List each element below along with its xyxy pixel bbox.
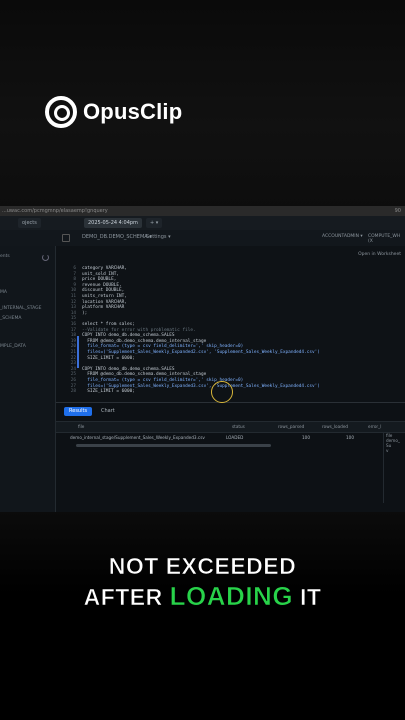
results-panel: Results Chart file status rows_parsed ro… (56, 402, 405, 512)
code-line: platform VARCHAR (82, 305, 125, 311)
line-number: 27 (70, 383, 76, 389)
code-line: files=('Supplement_Sales_Weekly_Expanded… (82, 350, 320, 355)
line-number: 12 (70, 299, 76, 305)
sidebar-item[interactable]: ents (0, 254, 10, 259)
line-number: 25 (70, 372, 76, 378)
code-line: files=('Supplement_Sales_Weekly_Expanded… (82, 383, 320, 389)
browser-url-bar[interactable]: ...uwac.com/pcmgmnp/elasaemp!gnquery 90 (0, 206, 405, 216)
code-line: FROM @demo_db.demo_schema.demo_internal_… (82, 372, 207, 378)
horizontal-scrollbar[interactable] (76, 444, 271, 447)
column-header-error-limit[interactable]: error_l (368, 424, 381, 429)
line-number: 28 (70, 389, 76, 395)
worksheet-header: DEMO_DB.DEMO_SCHEMA ▾ Settings ▾ ACCOUNT… (0, 230, 405, 247)
line-number: 22 (70, 355, 76, 361)
tab-projects[interactable]: ojects (18, 218, 41, 228)
code-line: discount DOUBLE, (82, 288, 125, 294)
caption-text: IT (299, 584, 322, 611)
line-number: 6 (73, 266, 76, 271)
worksheet-tab-row: ojects 2025-05-24 4:04pm + ▾ (0, 216, 405, 231)
sql-editor[interactable]: Open in Worksheet 6 category VARCHAR, 7 uni… (56, 246, 405, 402)
results-table-header: file status rows_parsed rows_loaded erro… (56, 421, 405, 433)
warehouse-selector[interactable]: COMPUTE_WH (X (368, 234, 405, 244)
line-number: 20 (70, 344, 76, 350)
code-line: file_format= (type = csv field_delimiter… (82, 344, 244, 350)
caption-text: AFTER (83, 584, 163, 611)
sidebar-item[interactable]: _INTERNAL_STAGE (0, 306, 41, 311)
code-line: units_return INT, (82, 294, 127, 299)
line-number: 15 (70, 316, 76, 322)
code-line: select * from sales; (82, 322, 135, 327)
column-header-rows-loaded[interactable]: rows_loaded (322, 424, 348, 429)
code-line: location VARCHAR, (82, 299, 127, 305)
selection-gutter-marker (77, 336, 79, 368)
settings-dropdown[interactable]: Settings ▾ (146, 234, 171, 240)
line-number: 21 (70, 350, 76, 355)
line-number: 17 (70, 327, 76, 333)
new-tab-button[interactable]: + ▾ (146, 218, 163, 228)
caption-highlight-text: LOADING (169, 581, 294, 612)
table-row[interactable]: demo_internal_stage/Supplement_Sales_Wee… (56, 433, 405, 442)
line-number: 13 (70, 305, 76, 311)
column-header-file[interactable]: file (78, 424, 84, 429)
open-in-worksheet-link[interactable]: Open in Worksheet (358, 252, 401, 257)
column-header-rows-parsed[interactable]: rows_parsed (278, 424, 304, 429)
code-line: --Validate for error with problematic fi… (82, 327, 196, 333)
code-line: ); (82, 310, 88, 316)
object-explorer-sidebar: ents MA _INTERNAL_STAGE _SCHEMA MPLE_DAT… (0, 246, 56, 512)
database-schema-selector[interactable]: DEMO_DB.DEMO_SCHEMA ▾ (82, 234, 152, 240)
line-number: 7 (73, 271, 76, 277)
code-line: category VARCHAR, (82, 266, 127, 271)
cell-rows-loaded: 100 (346, 435, 354, 440)
line-number: 18 (70, 333, 76, 339)
line-number: 8 (73, 277, 76, 283)
role-selector[interactable]: ACCOUNTADMIN ▾ (322, 234, 363, 239)
sidebar-item[interactable]: _SCHEMA (0, 316, 21, 321)
code-line: COPY INTO demo_db.demo_schema.SALES (82, 333, 175, 339)
column-header-status[interactable]: status (232, 424, 245, 429)
tab-worksheet[interactable]: 2025-05-24 4:04pm (84, 218, 142, 228)
snowflake-app-window: ojects 2025-05-24 4:04pm + ▾ DEMO_DB.DEM… (0, 216, 405, 512)
line-number: 11 (70, 294, 76, 299)
code-line: SIZE_LIMIT = 6000; (82, 355, 135, 361)
url-right-text: 90 (394, 208, 401, 214)
cell-status: LOADED (226, 435, 244, 440)
mouse-cursor-highlight (211, 381, 233, 403)
chart-tab[interactable]: Chart (96, 407, 120, 416)
line-number: 10 (70, 288, 76, 294)
code-line: price DOUBLE, (82, 277, 117, 283)
results-tab[interactable]: Results (64, 407, 93, 416)
caption-text: NOT EXCEEDED (108, 553, 297, 580)
opusclip-logo: OpusClip (45, 96, 182, 128)
caption-line-2: AFTER LOADING IT (0, 581, 405, 612)
refresh-icon[interactable] (42, 254, 49, 261)
line-number: 26 (70, 378, 76, 383)
url-text: ...uwac.com/pcmgmnp/elasaemp!gnquery (2, 208, 108, 214)
caption-line-1: NOT EXCEEDED (0, 553, 405, 580)
video-bottom-area (0, 512, 405, 720)
code-line: unit_sold INT, (82, 271, 120, 277)
code-line: SIZE_LIMIT = 6000; (82, 389, 135, 395)
filter-icon[interactable] (62, 234, 70, 242)
cell-file: demo_internal_stage/Supplement_Sales_Wee… (70, 435, 205, 440)
line-number: 16 (70, 322, 76, 327)
cell-rows-parsed: 100 (302, 435, 310, 440)
opusclip-logo-icon (45, 96, 77, 128)
sidebar-item[interactable]: MPLE_DATA (0, 344, 26, 349)
result-detail-pane: file demo_ Su v (383, 433, 405, 503)
sidebar-item[interactable]: MA (0, 290, 7, 295)
logo-text: OpusClip (83, 99, 183, 124)
line-number: 23 (70, 361, 76, 367)
